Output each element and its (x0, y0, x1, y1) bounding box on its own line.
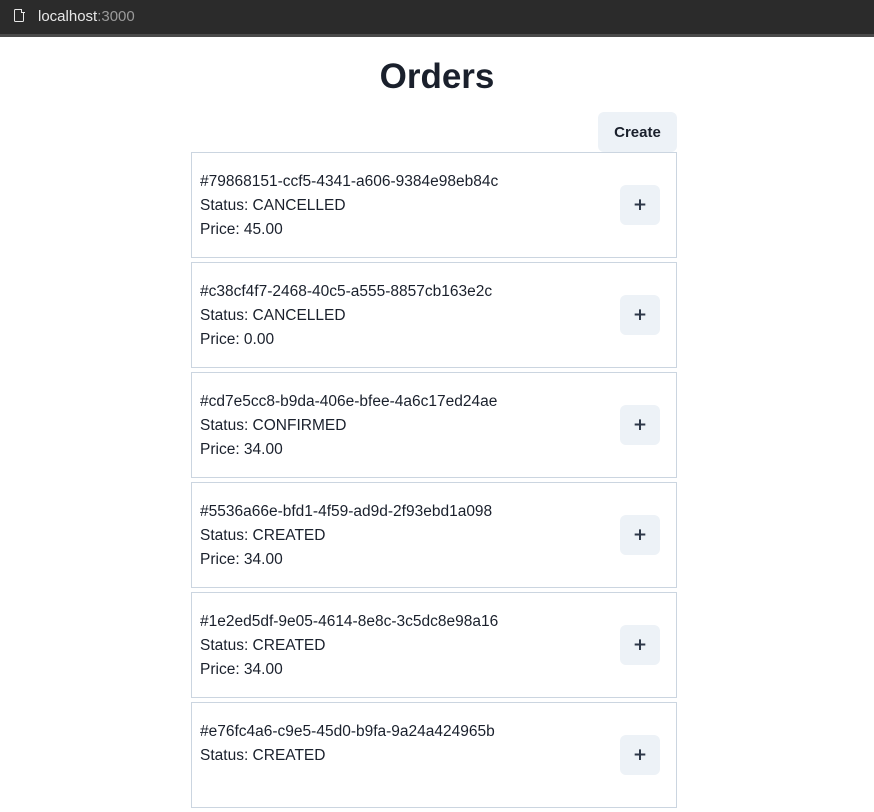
order-card: #e76fc4a6-c9e5-45d0-b9fa-9a24a424965b St… (191, 702, 677, 808)
order-id: #cd7e5cc8-b9da-406e-bfee-4a6c17ed24ae (200, 393, 498, 410)
order-status: Status: CREATED (200, 527, 326, 544)
order-list: #79868151-ccf5-4341-a606-9384e98eb84c St… (191, 152, 677, 812)
expand-order-button[interactable]: + (620, 295, 660, 335)
create-button[interactable]: Create (598, 112, 677, 152)
order-card: #cd7e5cc8-b9da-406e-bfee-4a6c17ed24ae St… (191, 372, 677, 478)
expand-order-button[interactable]: + (620, 185, 660, 225)
expand-order-button[interactable]: + (620, 625, 660, 665)
order-status: Status: CANCELLED (200, 197, 346, 214)
order-card: #79868151-ccf5-4341-a606-9384e98eb84c St… (191, 152, 677, 258)
order-price: Price: 34.00 (200, 441, 283, 458)
url-text[interactable]: localhost:3000 (38, 8, 135, 25)
order-price: Price: 34.00 (200, 551, 283, 568)
plus-icon: + (632, 305, 648, 325)
plus-icon: + (632, 195, 648, 215)
page-title: Orders (379, 57, 495, 96)
url-port: :3000 (97, 8, 135, 25)
order-card: #5536a66e-bfd1-4f59-ad9d-2f93ebd1a098 St… (191, 482, 677, 588)
order-card: #1e2ed5df-9e05-4614-8e8c-3c5dc8e98a16 St… (191, 592, 677, 698)
order-id: #5536a66e-bfd1-4f59-ad9d-2f93ebd1a098 (200, 503, 493, 520)
order-price: Price: 0.00 (200, 331, 275, 348)
plus-icon: + (632, 525, 648, 545)
order-status: Status: CREATED (200, 747, 326, 764)
order-card: #c38cf4f7-2468-40c5-a555-8857cb163e2c St… (191, 262, 677, 368)
order-id: #79868151-ccf5-4341-a606-9384e98eb84c (200, 173, 499, 190)
plus-icon: + (632, 635, 648, 655)
order-status: Status: CONFIRMED (200, 417, 347, 434)
page-icon (14, 8, 25, 22)
order-id: #c38cf4f7-2468-40c5-a555-8857cb163e2c (200, 283, 493, 300)
browser-address-bar: localhost:3000 (0, 0, 874, 37)
order-status: Status: CREATED (200, 637, 326, 654)
expand-order-button[interactable]: + (620, 735, 660, 775)
order-id: #e76fc4a6-c9e5-45d0-b9fa-9a24a424965b (200, 723, 495, 740)
expand-order-button[interactable]: + (620, 405, 660, 445)
order-price: Price: 45.00 (200, 221, 283, 238)
browser-bar-edge (0, 34, 874, 37)
url-host: localhost (38, 8, 98, 25)
order-status: Status: CANCELLED (200, 307, 346, 324)
plus-icon: + (632, 745, 648, 765)
order-price: Price: 34.00 (200, 661, 283, 678)
plus-icon: + (632, 415, 648, 435)
order-id: #1e2ed5df-9e05-4614-8e8c-3c5dc8e98a16 (200, 613, 499, 630)
expand-order-button[interactable]: + (620, 515, 660, 555)
